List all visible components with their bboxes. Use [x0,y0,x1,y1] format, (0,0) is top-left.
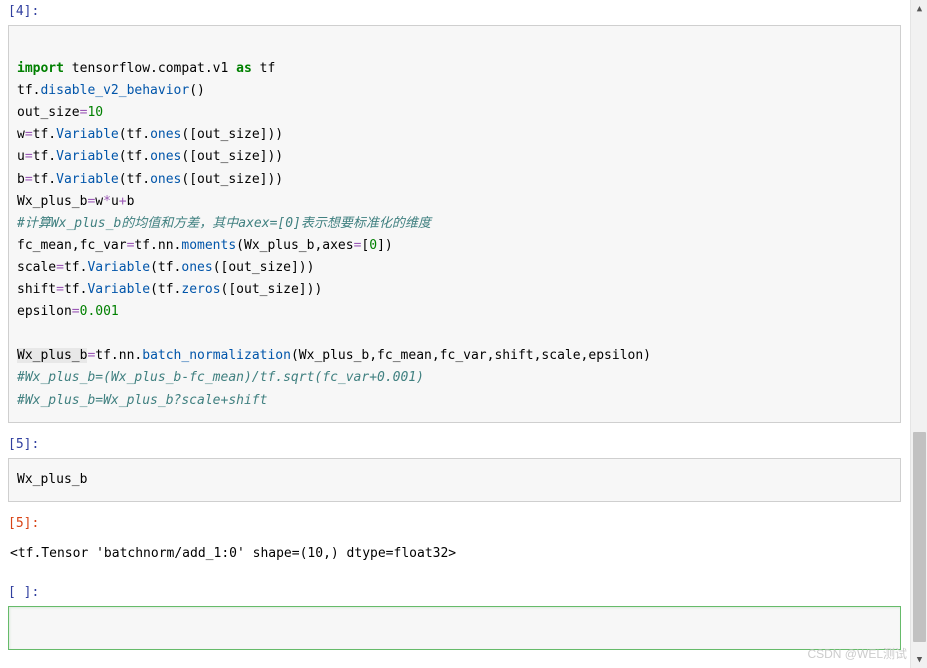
code-cell: [4]: import tensorflow.compat.v1 as tf t… [8,0,901,423]
code-token: tf.nn. [95,348,142,363]
num-literal: 0 [369,238,377,253]
scroll-down-arrow-icon[interactable]: ▼ [911,651,927,668]
num-literal: 0.001 [80,304,119,319]
fn-name: ones [150,127,181,142]
code-token: ([out_size])) [181,172,283,187]
kw-import: import [17,61,64,76]
code-token: Wx_plus_b [17,194,87,209]
code-token: scale [17,260,56,275]
code-token: shift [17,282,56,297]
op-eq: = [25,172,33,187]
code-token: tf. [64,282,87,297]
op-eq: = [25,149,33,164]
op-eq: = [72,304,80,319]
code-token: u [111,194,119,209]
fn-name: moments [181,238,236,253]
code-token: epsilon [17,304,72,319]
code-token: (tf. [119,149,150,164]
code-token: tf. [17,83,40,98]
code-token: w [95,194,103,209]
code-cell: [5]: Wx_plus_b [8,433,901,502]
code-token: (tf. [119,172,150,187]
code-token: (tf. [150,260,181,275]
input-prompt: [5]: [8,433,901,458]
code-token: w [17,127,25,142]
code-token: b [17,172,25,187]
code-token: tf.nn. [134,238,181,253]
op-eq: = [25,127,33,142]
code-editor[interactable] [8,606,901,650]
output-prompt: [5]: [8,512,901,537]
fn-name: Variable [87,260,150,275]
code-token: (tf. [150,282,181,297]
op-eq: = [56,260,64,275]
op-plus: + [119,194,127,209]
input-prompt: [4]: [8,0,901,25]
code-token: tf. [33,172,56,187]
fn-name: Variable [56,149,119,164]
code-line: Wx_plus_b [17,472,87,487]
code-token: tf. [64,260,87,275]
code-token: tf. [33,127,56,142]
op-mul: * [103,194,111,209]
num-literal: 10 [87,105,103,120]
scroll-up-arrow-icon[interactable]: ▲ [911,0,927,17]
fn-name: Variable [87,282,150,297]
comment: #Wx_plus_b=Wx_plus_b?scale+shift [17,393,267,408]
output-text: <tf.Tensor 'batchnorm/add_1:0' shape=(10… [8,537,901,571]
fn-name: ones [150,149,181,164]
code-token: out_size [17,105,80,120]
notebook-container[interactable]: [4]: import tensorflow.compat.v1 as tf t… [0,0,905,668]
code-token: fc_mean,fc_var [17,238,127,253]
code-token: (Wx_plus_b,axes [236,238,353,253]
code-token: (tf. [119,127,150,142]
fn-name: disable_v2_behavior [40,83,189,98]
code-token: b [127,194,135,209]
code-token: ([out_size])) [181,149,283,164]
code-cell-active: [ ]: [8,581,901,650]
op-eq: = [56,282,64,297]
comment: #计算Wx_plus_b的均值和方差，其中axex=[0]表示想要标准化的维度 [17,216,431,231]
output-cell: [5]: <tf.Tensor 'batchnorm/add_1:0' shap… [8,512,901,571]
code-token: Wx_plus_b [17,348,87,363]
fn-name: Variable [56,172,119,187]
scrollbar-track[interactable]: ▲ ▼ [910,0,927,668]
code-token: u [17,149,25,164]
fn-name: batch_normalization [142,348,291,363]
fn-name: zeros [181,282,220,297]
input-prompt: [ ]: [8,581,901,606]
kw-as: as [236,61,252,76]
code-editor[interactable]: Wx_plus_b [8,458,901,502]
code-token: tf. [33,149,56,164]
code-token: ([out_size])) [213,260,315,275]
code-token: () [189,83,205,98]
code-token: tensorflow.compat.v1 [64,61,236,76]
code-editor[interactable]: import tensorflow.compat.v1 as tf tf.dis… [8,25,901,423]
code-token: ]) [377,238,393,253]
fn-name: ones [181,260,212,275]
scrollbar-thumb[interactable] [913,432,926,642]
code-token: ([out_size])) [181,127,283,142]
comment: #Wx_plus_b=(Wx_plus_b-fc_mean)/tf.sqrt(f… [17,370,424,385]
fn-name: ones [150,172,181,187]
code-token: (Wx_plus_b,fc_mean,fc_var,shift,scale,ep… [291,348,651,363]
code-token: tf [252,61,275,76]
fn-name: Variable [56,127,119,142]
code-token: ([out_size])) [221,282,323,297]
